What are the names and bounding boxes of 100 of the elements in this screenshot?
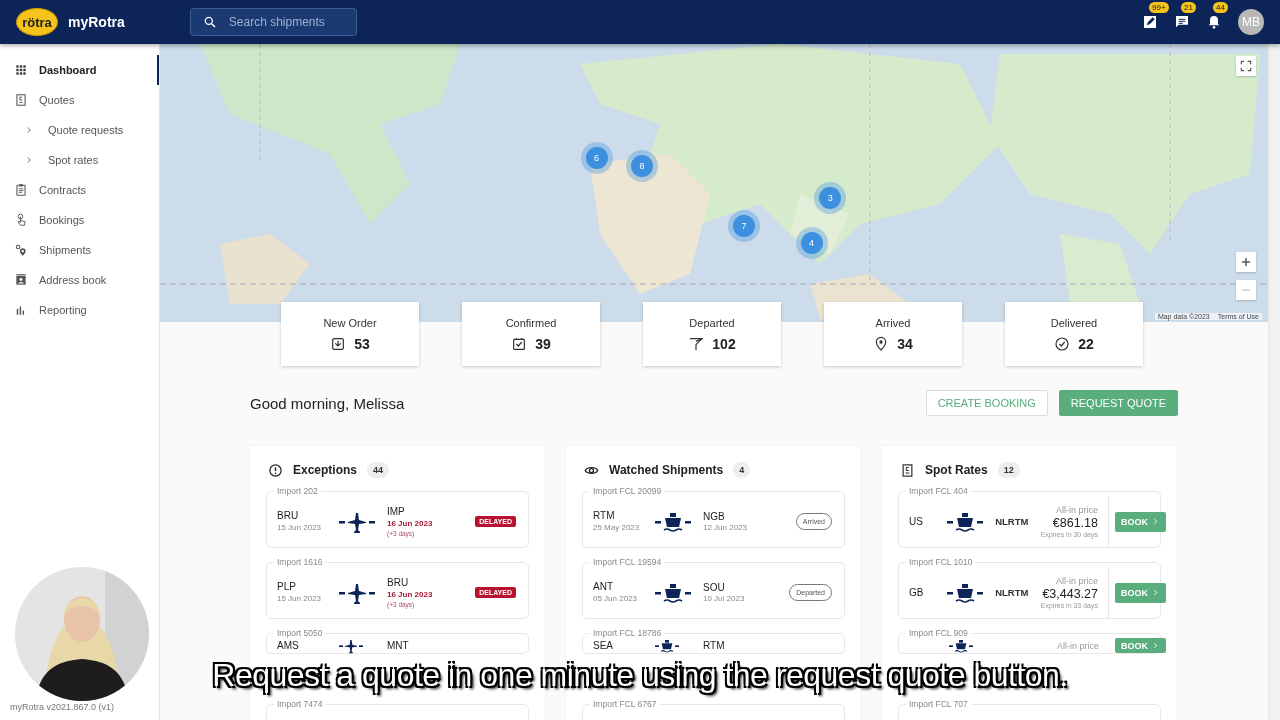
count-badge: 12 <box>997 462 1020 478</box>
shipment-reference: Import FCL 18786 <box>592 628 663 638</box>
status-card[interactable]: Departed 102 <box>643 302 781 366</box>
stat-value: 53 <box>354 335 370 352</box>
nav-label: Address book <box>39 274 107 286</box>
origin-code: BRU <box>277 510 300 522</box>
origin-code: AMS <box>277 640 300 651</box>
destination-date: 16 Jun 2023 <box>387 590 434 599</box>
stat-label: New Order <box>323 316 377 329</box>
sidebar-item[interactable]: Address book <box>0 265 159 295</box>
sidebar-item[interactable]: Quotes <box>0 85 159 115</box>
shipment-reference: Import FCL 707 <box>908 699 969 709</box>
zoom-in-icon <box>1239 255 1253 269</box>
zoom-in-button[interactable] <box>1236 252 1256 272</box>
origin-code: RTM <box>593 510 616 522</box>
count-badge: 44 <box>1213 2 1228 13</box>
origin-code: SEA <box>593 640 614 651</box>
location-pins-icon <box>14 243 28 257</box>
shipment-reference: Import FCL 909 <box>908 628 969 638</box>
status-card[interactable]: New Order 53 <box>281 302 419 366</box>
destination-code: MNT <box>387 640 410 651</box>
sidebar-item[interactable]: Bookings <box>0 205 159 235</box>
nav-label: Spot rates <box>48 154 99 166</box>
shipment-reference: Import 1616 <box>276 557 324 567</box>
sidebar-item[interactable]: Reporting <box>0 295 159 325</box>
shipment-reference: Import FCL 404 <box>908 486 969 496</box>
price: €861.18 <box>1052 516 1098 530</box>
checkbox-icon <box>511 335 528 352</box>
chevron-right-icon <box>1151 641 1160 650</box>
stat-label: Departed <box>689 316 735 329</box>
origin-code: GB <box>909 587 925 598</box>
bell-icon <box>1206 14 1222 30</box>
price: €3,443.27 <box>1042 587 1098 601</box>
ship-icon <box>655 637 679 654</box>
nav-label: Shipments <box>39 244 91 256</box>
price-label: All-in price <box>1056 576 1098 586</box>
search-field[interactable]: Search shipments <box>189 8 357 36</box>
sidebar-item[interactable]: Spot rates <box>0 145 159 175</box>
sidebar-item[interactable]: Quote requests <box>0 115 159 145</box>
shipment-card[interactable]: Import 7474 <box>266 699 529 720</box>
hand-icon <box>14 213 28 227</box>
count-badge: 4 <box>733 462 751 478</box>
shipment-reference: Import 7474 <box>276 699 324 709</box>
clipboard-icon <box>14 183 28 197</box>
count-badge: 44 <box>367 462 390 478</box>
panel-title: Watched Shipments <box>609 463 724 477</box>
status-card[interactable]: Delivered 22 <box>1005 302 1143 366</box>
status-card[interactable]: Confirmed 39 <box>462 302 600 366</box>
sidebar-item[interactable]: Shipments <box>0 235 159 265</box>
nav-label: Quote requests <box>48 124 124 136</box>
nav-label: Dashboard <box>39 64 97 76</box>
nav-label: Reporting <box>39 304 87 316</box>
nav-label: Quotes <box>39 94 75 106</box>
origin-code: US <box>909 516 924 527</box>
stat-label: Confirmed <box>505 316 557 329</box>
shipment-reference: Import FCL 20099 <box>592 486 663 496</box>
document-icon <box>900 462 915 478</box>
shipment-reference: Import FCL 19594 <box>592 557 663 567</box>
destination-code: NLRTM <box>995 587 1030 598</box>
alert-circle-icon <box>268 462 283 478</box>
shipment-reference: Import FCL 1010 <box>908 557 974 567</box>
departure-icon <box>688 335 705 352</box>
version-text: myRotra v2021.867.0 (v1) <box>10 702 115 712</box>
destination-date: 10 Jul 2023 <box>703 594 746 604</box>
count-badge: 21 <box>1181 2 1196 13</box>
grid-icon <box>14 63 28 77</box>
chevron-right-icon <box>1151 517 1160 526</box>
sidebar-item[interactable]: Contracts <box>0 175 159 205</box>
price-label: All-in price <box>1056 505 1098 515</box>
panel-title: Exceptions <box>293 463 358 477</box>
destination-code: NGB <box>703 510 726 522</box>
logo[interactable]: rötra <box>16 8 58 36</box>
shipment-card[interactable]: Import FCL 18786 SEA RTM <box>582 628 845 654</box>
status-card[interactable]: Arrived 34 <box>824 302 962 366</box>
shipment-card[interactable]: Import FCL 6767 <box>582 699 845 720</box>
destination-date: 12 Jun 2023 <box>703 523 749 533</box>
origin-date: 15 Jun 2023 <box>277 595 323 604</box>
stat-value: 39 <box>535 335 551 352</box>
stat-label: Delivered <box>1050 316 1098 329</box>
destination-code: BRU <box>387 577 410 588</box>
app-name: myRotra <box>68 14 125 30</box>
shipment-card[interactable]: Import FCL 707 <box>898 699 1161 720</box>
destination-date: 16 Jun 2023 <box>387 519 434 528</box>
price-label: All-in price <box>1057 640 1099 651</box>
nav-label: Bookings <box>39 214 85 226</box>
shipment-reference: Import FCL 6767 <box>592 699 658 709</box>
fullscreen-button[interactable] <box>1236 56 1256 76</box>
destination-code: IMP <box>387 506 406 517</box>
origin-code: ANT <box>593 581 614 593</box>
destination-code: NLRTM <box>995 516 1030 527</box>
nav-label: Contracts <box>39 184 87 196</box>
stat-value: 34 <box>897 335 913 352</box>
shipment-reference: Import 5050 <box>276 628 324 638</box>
scrollbar[interactable] <box>1268 44 1280 720</box>
contact-card-icon <box>14 273 28 287</box>
download-box-icon <box>330 335 347 352</box>
ship-icon <box>948 637 973 654</box>
shipment-card[interactable]: Import 5050 AMS MNT <box>266 628 529 654</box>
origin-code: PLP <box>277 581 297 593</box>
airplane-icon <box>339 637 363 654</box>
